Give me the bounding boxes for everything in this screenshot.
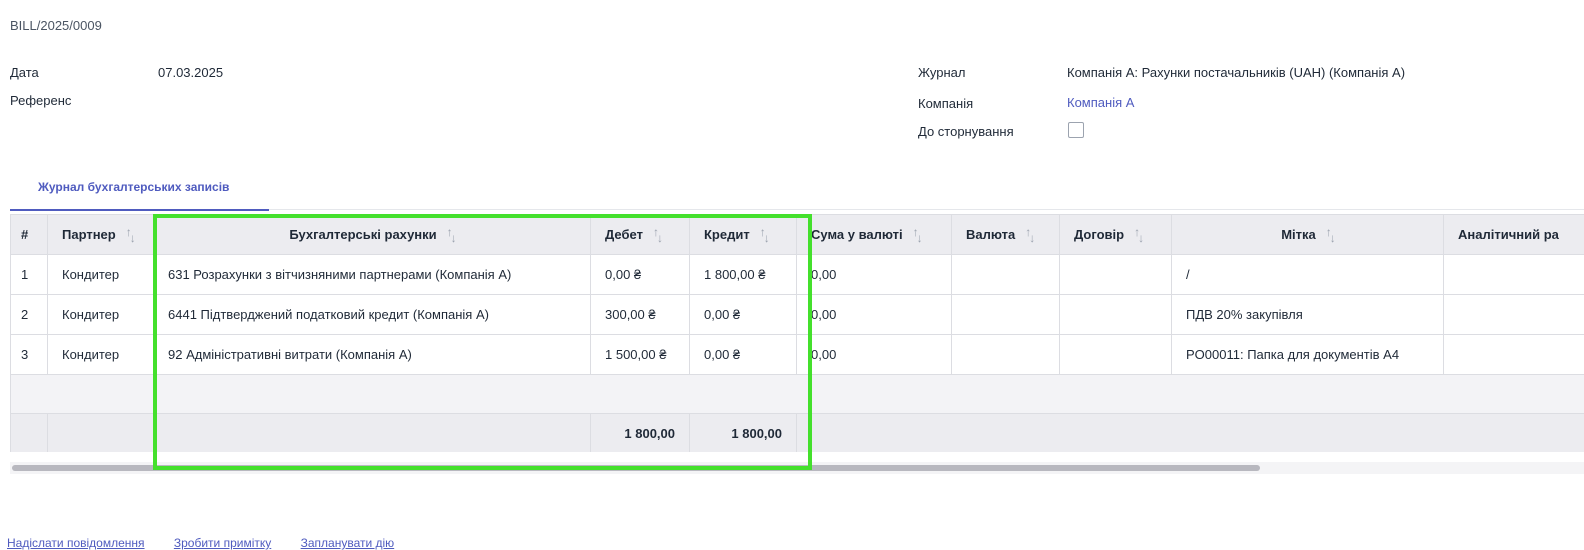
cell-num: 2: [11, 295, 48, 335]
cell-credit[interactable]: 0,00 ₴: [690, 295, 797, 335]
cell-amount-currency[interactable]: 0,00: [797, 335, 952, 375]
cell-amount-currency[interactable]: 0,00: [797, 255, 952, 295]
tab-journal-entries[interactable]: Журнал бухгалтерських записів: [10, 176, 269, 211]
total-debit: 1 800,00: [591, 414, 690, 453]
reversal-checkbox[interactable]: [1068, 122, 1084, 138]
sort-icon[interactable]: ↑↓: [1025, 228, 1033, 242]
sort-icon[interactable]: ↑↓: [760, 228, 768, 242]
sort-icon[interactable]: ↑↓: [913, 228, 921, 242]
cell-currency[interactable]: [952, 255, 1060, 295]
cell-num: 3: [11, 335, 48, 375]
cell-analytic[interactable]: [1444, 255, 1584, 295]
column-header-num: #: [11, 215, 48, 255]
column-header-contract[interactable]: Договір↑↓: [1060, 215, 1172, 255]
cell-account[interactable]: 6441 Підтверджений податковий кредит (Ко…: [154, 295, 591, 335]
sort-icon[interactable]: ↑↓: [1326, 228, 1334, 242]
cell-num: 1: [11, 255, 48, 295]
cell-label[interactable]: PO00011: Папка для документів А4: [1172, 335, 1444, 375]
column-header-currency[interactable]: Валюта↑↓: [952, 215, 1060, 255]
cell-currency[interactable]: [952, 295, 1060, 335]
cell-contract[interactable]: [1060, 295, 1172, 335]
cell-partner[interactable]: Кондитер: [48, 295, 154, 335]
table-row[interactable]: 1 Кондитер 631 Розрахунки з вітчизняними…: [11, 255, 1584, 295]
sort-icon[interactable]: ↑↓: [447, 228, 455, 242]
table-row[interactable]: 3 Кондитер 92 Адміністративні витрати (К…: [11, 335, 1584, 375]
company-label: Компанія: [918, 96, 973, 111]
cell-partner[interactable]: Кондитер: [48, 255, 154, 295]
reversal-label: До сторнування: [918, 124, 1014, 139]
empty-cell[interactable]: [11, 375, 1584, 414]
column-header-amount-currency[interactable]: Сума у валюті↑↓: [797, 215, 952, 255]
document-name: BILL/2025/0009: [10, 18, 102, 33]
cell-debit[interactable]: 1 500,00 ₴: [591, 335, 690, 375]
schedule-activity-link[interactable]: Запланувати дію: [301, 536, 395, 550]
cell-label[interactable]: /: [1172, 255, 1444, 295]
cell-credit[interactable]: 1 800,00 ₴: [690, 255, 797, 295]
sort-icon[interactable]: ↑↓: [126, 228, 134, 242]
cell-label[interactable]: ПДВ 20% закупівля: [1172, 295, 1444, 335]
cell-currency[interactable]: [952, 335, 1060, 375]
cell-analytic[interactable]: [1444, 295, 1584, 335]
journal-items-table: # Партнер↑↓ Бухгалтерські рахунки↑↓ Дебе…: [10, 214, 1584, 452]
cell-amount-currency[interactable]: 0,00: [797, 295, 952, 335]
horizontal-scrollbar-thumb[interactable]: [12, 465, 1260, 471]
cell-account[interactable]: 631 Розрахунки з вітчизняними партнерами…: [154, 255, 591, 295]
chatter-actions: Надіслати повідомлення Зробити примітку …: [7, 536, 420, 550]
journal-label: Журнал: [918, 65, 965, 80]
table-header-row: # Партнер↑↓ Бухгалтерські рахунки↑↓ Дебе…: [11, 215, 1584, 255]
reference-label: Референс: [10, 93, 71, 108]
cell-analytic[interactable]: [1444, 335, 1584, 375]
cell-debit[interactable]: 0,00 ₴: [591, 255, 690, 295]
sort-icon[interactable]: ↑↓: [1134, 228, 1142, 242]
cell-debit[interactable]: 300,00 ₴: [591, 295, 690, 335]
column-header-analytic[interactable]: Аналітичний ра: [1444, 215, 1584, 255]
column-header-label[interactable]: Мітка↑↓: [1172, 215, 1444, 255]
company-link[interactable]: Компанія А: [1067, 95, 1134, 110]
cell-account[interactable]: 92 Адміністративні витрати (Компанія А): [154, 335, 591, 375]
log-note-link[interactable]: Зробити примітку: [174, 536, 271, 550]
table-row[interactable]: 2 Кондитер 6441 Підтверджений податковий…: [11, 295, 1584, 335]
column-header-account[interactable]: Бухгалтерські рахунки↑↓: [154, 215, 591, 255]
column-header-partner[interactable]: Партнер↑↓: [48, 215, 154, 255]
cell-partner[interactable]: Кондитер: [48, 335, 154, 375]
sort-icon[interactable]: ↑↓: [653, 228, 661, 242]
cell-contract[interactable]: [1060, 335, 1172, 375]
cell-contract[interactable]: [1060, 255, 1172, 295]
date-value[interactable]: 07.03.2025: [158, 65, 223, 80]
tab-divider: [269, 209, 1584, 210]
totals-row: 1 800,00 1 800,00: [11, 414, 1584, 453]
send-message-link[interactable]: Надіслати повідомлення: [7, 536, 145, 550]
column-header-credit[interactable]: Кредит↑↓: [690, 215, 797, 255]
column-header-debit[interactable]: Дебет↑↓: [591, 215, 690, 255]
total-credit: 1 800,00: [690, 414, 797, 453]
empty-row[interactable]: [11, 375, 1584, 414]
journal-value[interactable]: Компанія А: Рахунки постачальників (UAH)…: [1067, 65, 1405, 80]
cell-credit[interactable]: 0,00 ₴: [690, 335, 797, 375]
date-label: Дата: [10, 65, 39, 80]
